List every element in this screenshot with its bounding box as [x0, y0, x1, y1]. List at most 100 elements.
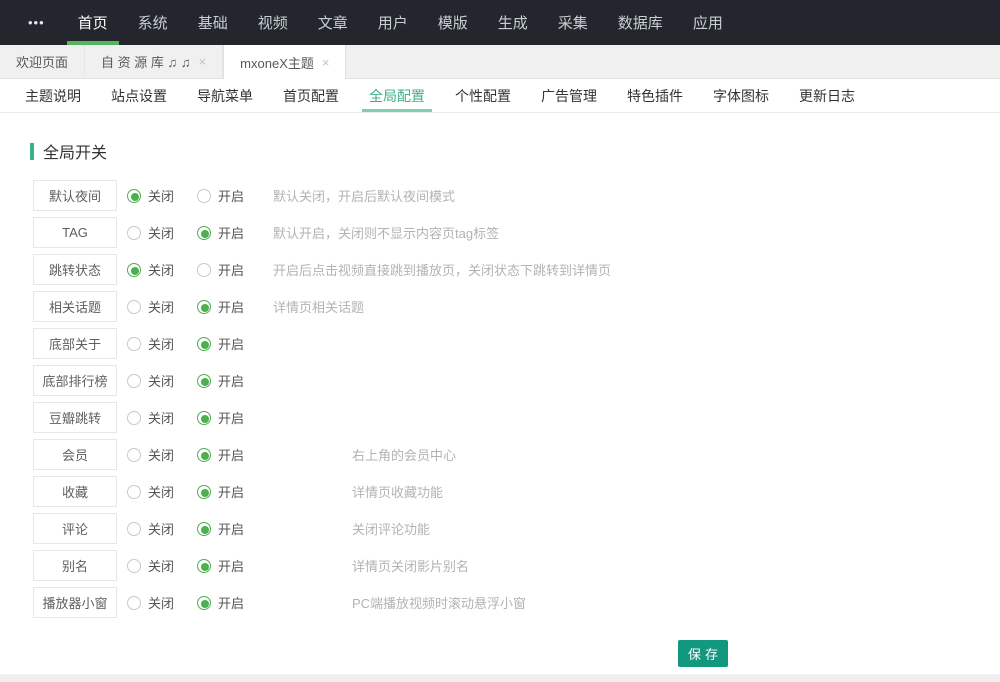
- setting-description: 详情页收藏功能: [352, 482, 443, 501]
- top-nav-item-label: 模版: [438, 12, 468, 33]
- top-nav-item-label: 文章: [318, 12, 348, 33]
- setting-row: 播放器小窗 关闭 开启 PC端播放视频时滚动悬浮小窗: [33, 587, 1000, 618]
- top-nav-item[interactable]: 应用: [678, 0, 738, 45]
- section-title: 全局开关: [43, 139, 107, 163]
- setting-description: 详情页相关话题: [273, 297, 364, 316]
- radio-on-circle: [197, 485, 211, 499]
- setting-label-box: 别名: [33, 550, 117, 581]
- radio-off[interactable]: 关闭: [127, 371, 176, 390]
- window-tab[interactable]: 欢迎页面: [0, 45, 85, 78]
- top-nav-item[interactable]: 模版: [423, 0, 483, 45]
- radio-off[interactable]: 关闭: [127, 297, 176, 316]
- radio-on-label: 开启: [218, 186, 244, 205]
- top-nav-item[interactable]: 文章: [303, 0, 363, 45]
- top-nav-item-label: 应用: [693, 12, 723, 33]
- subnav-tab-label: 字体图标: [713, 86, 769, 106]
- radio-off[interactable]: 关闭: [127, 482, 176, 501]
- top-nav-item[interactable]: 采集: [543, 0, 603, 45]
- top-nav-item-label: 系统: [138, 12, 168, 33]
- close-icon[interactable]: ×: [199, 55, 207, 68]
- radio-on[interactable]: 开启: [197, 445, 246, 464]
- setting-description: 默认关闭，开启后默认夜间模式: [273, 186, 455, 205]
- subnav-tab[interactable]: 主题说明: [10, 79, 96, 112]
- radio-on[interactable]: 开启: [197, 371, 246, 390]
- subnav-tab[interactable]: 站点设置: [96, 79, 182, 112]
- radio-off[interactable]: 关闭: [127, 445, 176, 464]
- subnav-tab[interactable]: 广告管理: [526, 79, 612, 112]
- radio-on[interactable]: 开启: [197, 186, 246, 205]
- radio-on-circle: [197, 226, 211, 240]
- radio-on[interactable]: 开启: [197, 593, 246, 612]
- setting-description: 右上角的会员中心: [352, 445, 456, 464]
- radio-on[interactable]: 开启: [197, 260, 246, 279]
- setting-description: 默认开启，关闭则不显示内容页tag标签: [273, 223, 499, 242]
- subnav-tab-label: 导航菜单: [197, 86, 253, 106]
- radio-on-label: 开启: [218, 334, 244, 353]
- subnav-tab[interactable]: 特色插件: [612, 79, 698, 112]
- close-icon[interactable]: ×: [322, 56, 330, 69]
- radio-off[interactable]: 关闭: [127, 223, 176, 242]
- save-button-row: 保存: [30, 640, 1000, 667]
- radio-off[interactable]: 关闭: [127, 556, 176, 575]
- radio-off[interactable]: 关闭: [127, 334, 176, 353]
- subnav-tab[interactable]: 个性配置: [440, 79, 526, 112]
- radio-off-label: 关闭: [148, 593, 174, 612]
- window-tab[interactable]: mxoneX主题 ×: [223, 45, 346, 79]
- radio-off[interactable]: 关闭: [127, 519, 176, 538]
- top-nav-item[interactable]: 系统: [123, 0, 183, 45]
- top-nav-item[interactable]: 用户: [363, 0, 423, 45]
- subnav-tab-label: 广告管理: [541, 86, 597, 106]
- radio-on[interactable]: 开启: [197, 519, 246, 538]
- radio-off[interactable]: 关闭: [127, 260, 176, 279]
- top-nav-item-label: 首页: [78, 12, 108, 33]
- top-nav-item[interactable]: 数据库: [603, 0, 678, 45]
- top-nav-item[interactable]: 首页: [63, 0, 123, 45]
- top-nav-item-label: 数据库: [618, 12, 663, 33]
- radio-off[interactable]: 关闭: [127, 186, 176, 205]
- radio-on[interactable]: 开启: [197, 408, 246, 427]
- radio-on[interactable]: 开启: [197, 297, 246, 316]
- top-nav-item[interactable]: 基础: [183, 0, 243, 45]
- top-nav-item-label: 用户: [378, 12, 408, 33]
- window-tab[interactable]: 自 资 源 库 ♫ ♫ ×: [85, 45, 223, 78]
- save-button[interactable]: 保存: [678, 640, 728, 667]
- radio-off-circle: [127, 337, 141, 351]
- setting-row: 别名 关闭 开启 详情页关闭影片别名: [33, 550, 1000, 581]
- subnav-tab[interactable]: 首页配置: [268, 79, 354, 112]
- top-nav-item[interactable]: 生成: [483, 0, 543, 45]
- radio-off-circle: [127, 300, 141, 314]
- subnav-tab[interactable]: 导航菜单: [182, 79, 268, 112]
- radio-off[interactable]: 关闭: [127, 408, 176, 427]
- setting-description: 详情页关闭影片别名: [352, 556, 469, 575]
- window-tabbar: 欢迎页面 自 资 源 库 ♫ ♫ × mxoneX主题 ×: [0, 45, 1000, 79]
- radio-on-circle: [197, 374, 211, 388]
- subnav-tab[interactable]: 全局配置: [354, 79, 440, 112]
- subnav-tab[interactable]: 更新日志: [784, 79, 870, 112]
- setting-row: 底部关于 关闭 开启: [33, 328, 1000, 359]
- section-accent-bar: [30, 143, 34, 160]
- top-nav-item-label: 生成: [498, 12, 528, 33]
- radio-on[interactable]: 开启: [197, 334, 246, 353]
- setting-row: 默认夜间 关闭 开启 默认关闭，开启后默认夜间模式: [33, 180, 1000, 211]
- top-nav-item[interactable]: 视频: [243, 0, 303, 45]
- radio-off-label: 关闭: [148, 482, 174, 501]
- setting-label-box: 底部排行榜: [33, 365, 117, 396]
- radio-on[interactable]: 开启: [197, 482, 246, 501]
- subnav-tab-label: 站点设置: [111, 86, 167, 106]
- bottom-scrollbar-track[interactable]: [0, 674, 1000, 682]
- radio-on-circle: [197, 337, 211, 351]
- radio-on[interactable]: 开启: [197, 223, 246, 242]
- radio-on-circle: [197, 522, 211, 536]
- radio-off-label: 关闭: [148, 223, 174, 242]
- setting-description: 开启后点击视频直接跳到播放页，关闭状态下跳转到详情页: [273, 260, 611, 279]
- radio-on[interactable]: 开启: [197, 556, 246, 575]
- setting-row: 收藏 关闭 开启 详情页收藏功能: [33, 476, 1000, 507]
- radio-off[interactable]: 关闭: [127, 593, 176, 612]
- setting-row: 底部排行榜 关闭 开启: [33, 365, 1000, 396]
- setting-row: TAG 关闭 开启 默认开启，关闭则不显示内容页tag标签: [33, 217, 1000, 248]
- setting-row: 会员 关闭 开启 右上角的会员中心: [33, 439, 1000, 470]
- subnav-tab[interactable]: 字体图标: [698, 79, 784, 112]
- radio-on-label: 开启: [218, 482, 244, 501]
- more-menu-icon[interactable]: •••: [28, 15, 45, 30]
- radio-on-label: 开启: [218, 519, 244, 538]
